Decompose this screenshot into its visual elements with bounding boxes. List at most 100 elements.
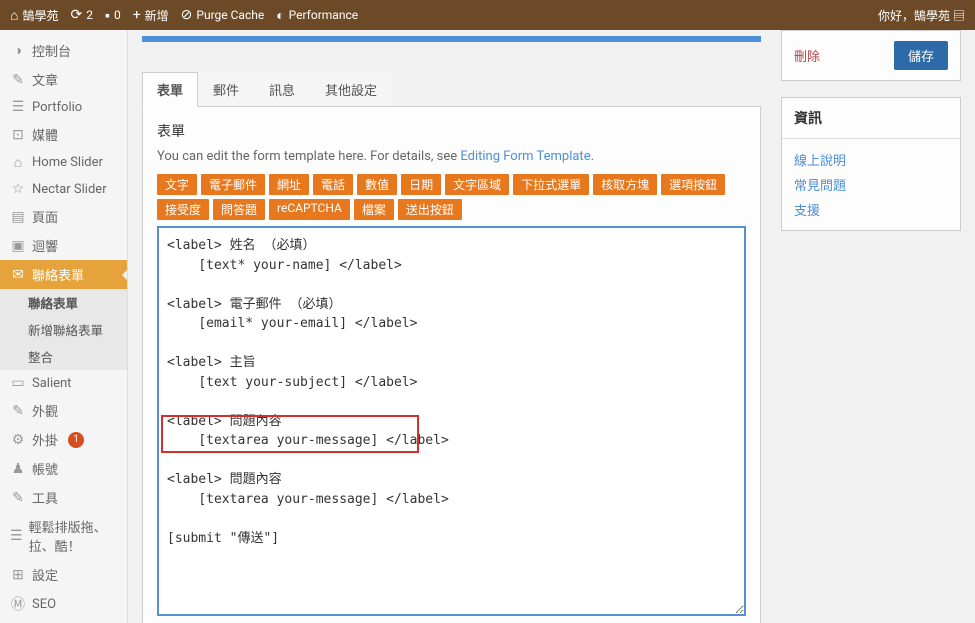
info-link[interactable]: 常見問題 [794, 172, 948, 197]
info-link[interactable]: 線上說明 [794, 147, 948, 172]
sidebar-item-label: Portfolio [32, 100, 82, 115]
save-button[interactable]: 儲存 [894, 41, 948, 70]
tag-button[interactable]: 問答題 [213, 199, 265, 220]
admin-sidebar: ◑ 控制台 ✎ 文章 ☰ Portfolio ⊡ 媒體 ⌂ Home Slider ☆ Nectar … [0, 30, 128, 623]
notice-bar [142, 36, 761, 42]
tag-button[interactable]: 電話 [313, 174, 353, 195]
sidebar-item[interactable]: ✎ 工具 [0, 483, 127, 512]
menu-icon: ▣ [10, 238, 26, 254]
tag-button[interactable]: 下拉式選單 [513, 174, 589, 195]
sidebar-sub-item[interactable]: 整合 [0, 343, 127, 370]
plus-icon: + [133, 7, 141, 23]
tag-generator: 文字電子郵件網址電話數值日期文字區域下拉式選單核取方塊選項按鈕接受度問答題reC… [157, 174, 746, 220]
sidebar-item[interactable]: ▭ Salient [0, 370, 127, 396]
panel-heading: 表單 [157, 121, 746, 141]
tag-button[interactable]: 文字區域 [445, 174, 509, 195]
tag-button[interactable]: 電子郵件 [201, 174, 265, 195]
sidebar-item-label: 外掛 [32, 430, 58, 449]
menu-icon: Ⓜ [10, 594, 26, 614]
form-tabs: 表單郵件訊息其他設定 [142, 72, 761, 107]
sidebar-item-label: 文章 [32, 70, 58, 89]
sidebar-sub-item[interactable]: 聯絡表單 [0, 289, 127, 316]
comment-icon: ▪ [105, 7, 110, 24]
sidebar-item[interactable]: ✉ 聯絡表單 [0, 260, 127, 289]
performance-link[interactable]: ◐Performance [276, 7, 358, 24]
sidebar-item-label: Salient [32, 376, 71, 391]
form-template-editor[interactable] [157, 226, 746, 616]
menu-icon: ▤ [10, 209, 26, 225]
sidebar-item-label: 工具 [32, 488, 58, 507]
tag-button[interactable]: 核取方塊 [593, 174, 657, 195]
menu-icon: ▭ [10, 375, 26, 391]
tab[interactable]: 郵件 [198, 72, 254, 106]
home-icon: ⌂ [10, 7, 18, 24]
delete-link[interactable]: 刪除 [794, 46, 820, 65]
tag-button[interactable]: 送出按鈕 [398, 199, 462, 220]
menu-icon: ✎ [10, 403, 26, 419]
update-badge: 1 [68, 432, 84, 448]
sidebar-item[interactable]: ♟帳號 [0, 454, 127, 483]
menu-icon: ☰ [10, 99, 26, 115]
sidebar-item[interactable]: ✎ 外觀 [0, 396, 127, 425]
trash-icon: ⊘ [181, 7, 193, 23]
tag-button[interactable]: 文字 [157, 174, 197, 195]
tag-button[interactable]: 檔案 [354, 199, 394, 220]
sidebar-item-label: 聯絡表單 [32, 265, 84, 284]
refresh-icon: ⟳ [70, 7, 82, 23]
sidebar-item-label: 頁面 [32, 207, 58, 226]
site-link[interactable]: ⌂鵠學苑 [10, 7, 58, 24]
sidebar-item[interactable]: ⊞ 設定 [0, 560, 127, 589]
sidebar-item-label: 控制台 [32, 41, 71, 60]
sidebar-item[interactable]: ◐Performance [0, 619, 127, 623]
menu-icon: ♟ [10, 461, 26, 477]
admin-toolbar: ⌂鵠學苑 ⟳2 ▪0 +新增 ⊘Purge Cache ◐Performance… [0, 0, 975, 30]
menu-icon: ⚙ [10, 432, 26, 448]
editing-template-link[interactable]: Editing Form Template [460, 149, 590, 164]
greeting-link[interactable]: 你好，鵠學苑 ▤ [878, 7, 965, 24]
menu-icon: ☆ [10, 181, 26, 197]
publish-box: 刪除 儲存 [781, 30, 961, 81]
sidebar-item-label: Home Slider [32, 155, 103, 170]
sidebar-item[interactable]: ⚙ 外掛 1 [0, 425, 127, 454]
tag-button[interactable]: 網址 [269, 174, 309, 195]
tag-button[interactable]: 接受度 [157, 199, 209, 220]
sidebar-item[interactable]: ☰輕鬆排版拖、拉、酷！ [0, 512, 127, 560]
menu-icon: ✎ [10, 490, 26, 506]
sidebar-item[interactable]: ☰ Portfolio [0, 94, 127, 120]
sidebar-item-label: Nectar Slider [32, 182, 107, 197]
tab[interactable]: 訊息 [254, 72, 310, 106]
new-link[interactable]: +新增 [133, 7, 169, 24]
sidebar-item[interactable]: ◑ 控制台 [0, 36, 127, 65]
tag-button[interactable]: 數值 [357, 174, 397, 195]
menu-icon: ☰ [10, 528, 23, 544]
sidebar-item[interactable]: ✎ 文章 [0, 65, 127, 94]
menu-icon: ⊡ [10, 127, 26, 143]
sidebar-item[interactable]: ☆ Nectar Slider [0, 176, 127, 202]
comments-link[interactable]: ▪0 [105, 7, 121, 24]
sidebar-sub-item[interactable]: 新增聯絡表單 [0, 316, 127, 343]
menu-icon: ✎ [10, 72, 26, 88]
sidebar-item-label: 設定 [32, 565, 58, 584]
tag-button[interactable]: 選項按鈕 [661, 174, 725, 195]
menu-icon: ✉ [10, 267, 26, 283]
sidebar-item-label: 媒體 [32, 125, 58, 144]
sidebar-item-label: 外觀 [32, 401, 58, 420]
info-box: 資訊 線上說明常見問題支援 [781, 97, 961, 231]
purge-cache-link[interactable]: ⊘Purge Cache [181, 7, 265, 23]
sidebar-item[interactable]: ▤ 頁面 [0, 202, 127, 231]
tab[interactable]: 其他設定 [310, 72, 392, 106]
tag-button[interactable]: reCAPTCHA [269, 199, 350, 220]
menu-icon: ◑ [10, 42, 26, 59]
panel-description: You can edit the form template here. For… [157, 149, 746, 164]
sidebar-item[interactable]: ⓂSEO [0, 589, 127, 619]
sidebar-item[interactable]: ⊡ 媒體 [0, 120, 127, 149]
sidebar-item[interactable]: ⌂ Home Slider [0, 149, 127, 176]
menu-icon: ⊞ [10, 567, 26, 583]
info-title: 資訊 [782, 98, 960, 139]
tab[interactable]: 表單 [142, 72, 198, 107]
tag-button[interactable]: 日期 [401, 174, 441, 195]
menu-icon: ⌂ [10, 154, 26, 171]
updates-link[interactable]: ⟳2 [70, 7, 92, 23]
info-link[interactable]: 支援 [794, 197, 948, 222]
sidebar-item[interactable]: ▣迴響 [0, 231, 127, 260]
